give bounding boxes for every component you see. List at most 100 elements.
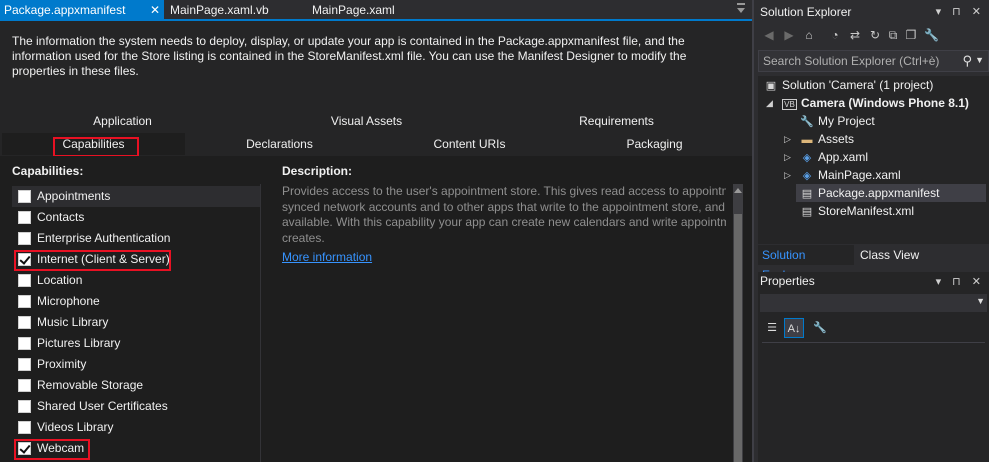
list-divider bbox=[260, 184, 261, 462]
node-label: Solution 'Camera' (1 project) bbox=[782, 78, 934, 92]
description-line: creates. bbox=[282, 230, 325, 245]
node-label: Camera (Windows Phone 8.1) bbox=[801, 96, 969, 110]
home-icon[interactable]: ⌂ bbox=[802, 28, 816, 42]
properties-icon[interactable]: 🔧 bbox=[924, 28, 939, 42]
checkbox[interactable] bbox=[18, 421, 31, 434]
capability-label: Enterprise Authentication bbox=[37, 231, 171, 245]
expand-arrow-icon[interactable]: ◢ bbox=[766, 98, 773, 109]
collapse-arrow-icon[interactable]: ▷ bbox=[784, 152, 791, 163]
tab-list-dropdown-icon[interactable] bbox=[736, 3, 746, 15]
alphabetical-icon[interactable]: A↓ bbox=[784, 318, 804, 338]
show-all-files-icon[interactable]: ❐ bbox=[904, 28, 918, 42]
solution-explorer-title: Solution Explorer bbox=[760, 5, 852, 19]
checkbox[interactable] bbox=[18, 274, 31, 287]
tab-packaging[interactable]: Packaging bbox=[592, 133, 717, 155]
refresh-icon[interactable]: ↻ bbox=[868, 28, 882, 42]
capability-appointments[interactable]: Appointments bbox=[12, 186, 260, 207]
tree-node-project[interactable]: VB Camera (Windows Phone 8.1) bbox=[782, 94, 969, 112]
collapse-all-icon[interactable]: ⧉ bbox=[886, 28, 900, 42]
capability-enterprise-authentication[interactable]: Enterprise Authentication bbox=[12, 228, 260, 249]
tab-visual-assets[interactable]: Visual Assets bbox=[304, 110, 429, 132]
checkbox[interactable] bbox=[18, 295, 31, 308]
tab-solution-explorer[interactable]: Solution Explorer bbox=[758, 245, 854, 282]
properties-object-selector[interactable]: ▼ bbox=[760, 294, 987, 312]
wrench-icon: 🔧 bbox=[800, 116, 814, 128]
capability-label: Videos Library bbox=[37, 420, 114, 434]
document-tab-bar: Package.appxmanifest ✕ MainPage.xaml.vb … bbox=[0, 0, 752, 21]
tab-application[interactable]: Application bbox=[60, 110, 185, 132]
tree-node-mainpage-xaml[interactable]: ◈ MainPage.xaml bbox=[800, 166, 901, 184]
tab-mainpage-xaml-vb[interactable]: MainPage.xaml.vb bbox=[166, 0, 306, 21]
capability-pictures-library[interactable]: Pictures Library bbox=[12, 333, 260, 354]
forward-icon[interactable]: ▶ bbox=[782, 28, 796, 42]
properties-pane-buttons[interactable]: ▾ ⊓ ✕ bbox=[936, 275, 985, 288]
description-line: synced network accounts and to other app… bbox=[282, 199, 725, 214]
categorized-icon[interactable]: ☰ bbox=[762, 318, 782, 338]
tree-node-package-appxmanifest[interactable]: ▤ Package.appxmanifest bbox=[796, 184, 986, 202]
tab-declarations[interactable]: Declarations bbox=[217, 133, 342, 155]
chevron-down-icon[interactable]: ▼ bbox=[976, 296, 985, 306]
description-header: Description: bbox=[282, 164, 353, 178]
collapse-arrow-icon[interactable]: ▷ bbox=[784, 134, 791, 145]
capability-label: Contacts bbox=[37, 210, 85, 224]
tab-label: MainPage.xaml.vb bbox=[170, 3, 269, 17]
checkbox[interactable] bbox=[18, 190, 31, 203]
scroll-up-icon[interactable] bbox=[734, 188, 742, 193]
checkbox[interactable] bbox=[18, 358, 31, 371]
intro-line: The information the system needs to depl… bbox=[12, 34, 685, 48]
search-icon[interactable]: ⚲ bbox=[962, 53, 972, 69]
tab-content-uris[interactable]: Content URIs bbox=[407, 133, 532, 155]
more-information-link[interactable]: More information bbox=[282, 250, 372, 264]
tab-requirements[interactable]: Requirements bbox=[554, 110, 679, 132]
tab-label: Package.appxmanifest bbox=[4, 3, 126, 17]
manifest-intro-text: The information the system needs to depl… bbox=[12, 34, 712, 79]
checkbox[interactable] bbox=[18, 316, 31, 329]
webcam-capability-highlight bbox=[14, 439, 90, 460]
solution-tree: ▣ Solution 'Camera' (1 project) ◢ VB Camer… bbox=[758, 76, 989, 244]
solution-explorer-pane-buttons[interactable]: ▾ ⊓ ✕ bbox=[936, 5, 985, 18]
capability-label: Appointments bbox=[37, 189, 111, 203]
capability-videos-library[interactable]: Videos Library bbox=[12, 417, 260, 438]
designer-tabs-row-1: Application Visual Assets Requirements bbox=[0, 110, 752, 132]
vb-project-icon: VB bbox=[782, 99, 797, 110]
sync-icon[interactable]: ⇄ bbox=[848, 28, 862, 42]
vertical-scrollbar[interactable] bbox=[733, 184, 743, 462]
capability-contacts[interactable]: Contacts bbox=[12, 207, 260, 228]
checkbox[interactable] bbox=[18, 337, 31, 350]
pending-changes-icon[interactable]: ◔ bbox=[828, 28, 842, 42]
tab-package-appxmanifest[interactable]: Package.appxmanifest ✕ bbox=[0, 0, 164, 21]
capability-shared-user-certificates[interactable]: Shared User Certificates bbox=[12, 396, 260, 417]
search-input[interactable]: Search Solution Explorer (Ctrl+è) bbox=[763, 54, 939, 68]
tool-window-tabs: Solution Explorer Class View bbox=[758, 245, 989, 282]
manifest-editor: Package.appxmanifest ✕ MainPage.xaml.vb … bbox=[0, 0, 752, 462]
back-icon[interactable]: ◀ bbox=[762, 28, 776, 42]
chevron-down-icon[interactable]: ▼ bbox=[975, 55, 984, 65]
close-icon[interactable]: ✕ bbox=[150, 0, 160, 21]
xaml-file-icon: ◈ bbox=[802, 152, 812, 164]
internet-capability-highlight bbox=[14, 250, 171, 271]
checkbox[interactable] bbox=[18, 232, 31, 245]
collapse-arrow-icon[interactable]: ▷ bbox=[784, 170, 791, 181]
checkbox[interactable] bbox=[18, 379, 31, 392]
capability-location[interactable]: Location bbox=[12, 270, 260, 291]
wrench-icon[interactable]: 🔧 bbox=[810, 318, 830, 338]
checkbox[interactable] bbox=[18, 211, 31, 224]
tree-node-storemanifest-xml[interactable]: ▤ StoreManifest.xml bbox=[800, 202, 914, 220]
node-label: App.xaml bbox=[818, 150, 869, 164]
tree-node-my-project[interactable]: 🔧 My Project bbox=[800, 112, 875, 130]
solution-explorer-search[interactable]: Search Solution Explorer (Ctrl+è) ⚲ ▼ bbox=[758, 50, 989, 72]
capability-music-library[interactable]: Music Library bbox=[12, 312, 260, 333]
scroll-thumb[interactable] bbox=[734, 214, 742, 462]
capability-proximity[interactable]: Proximity bbox=[12, 354, 260, 375]
checkbox[interactable] bbox=[18, 400, 31, 413]
capability-microphone[interactable]: Microphone bbox=[12, 291, 260, 312]
intro-line: properties in these files. bbox=[12, 64, 139, 78]
tab-class-view[interactable]: Class View bbox=[856, 245, 926, 265]
tree-node-app-xaml[interactable]: ◈ App.xaml bbox=[800, 148, 868, 166]
capability-removable-storage[interactable]: Removable Storage bbox=[12, 375, 260, 396]
properties-toolbar: ☰ A↓ 🔧 bbox=[762, 318, 862, 338]
divider bbox=[762, 342, 985, 343]
tree-node-assets[interactable]: ▬ Assets bbox=[800, 130, 855, 148]
tab-mainpage-xaml[interactable]: MainPage.xaml bbox=[308, 0, 448, 21]
tree-node-solution[interactable]: ▣ Solution 'Camera' (1 project) bbox=[764, 76, 934, 94]
